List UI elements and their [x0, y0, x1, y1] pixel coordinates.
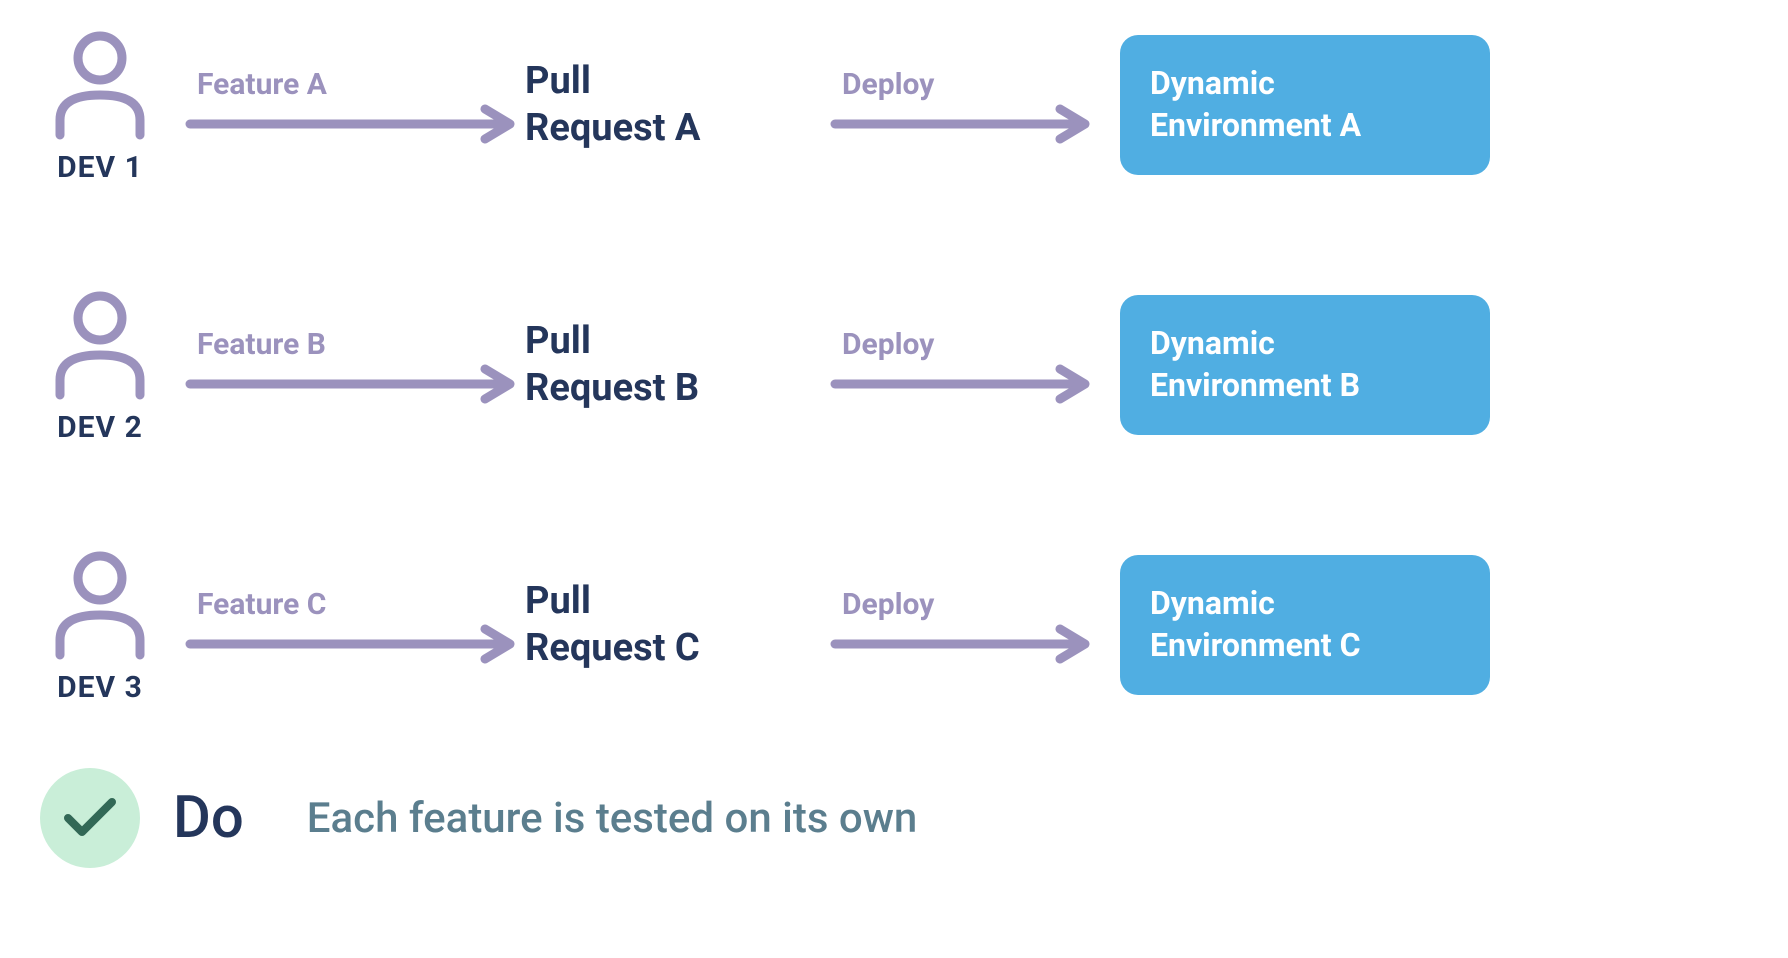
arrow-feature-a: Feature A	[170, 67, 525, 144]
user-icon	[50, 30, 150, 140]
env-c-line2: Environment C	[1150, 625, 1460, 667]
arrow-icon	[185, 104, 525, 144]
deploy-a-label: Deploy	[830, 67, 934, 102]
diagram-rows: DEV 1 Feature A Pull Request A Deploy Dy…	[30, 20, 1758, 710]
arrow-feature-b: Feature B	[170, 327, 525, 404]
deploy-b-label: Deploy	[830, 327, 934, 362]
pr-b-line1: Pull	[525, 318, 810, 366]
pr-c-line1: Pull	[525, 578, 810, 626]
env-b-line2: Environment B	[1150, 365, 1460, 407]
env-c-box: Dynamic Environment C	[1120, 555, 1490, 694]
arrow-deploy-b: Deploy	[810, 327, 1100, 404]
dev-1: DEV 1	[30, 25, 170, 185]
feature-a-label: Feature A	[185, 67, 327, 102]
env-a-line1: Dynamic	[1150, 63, 1460, 105]
dev-2: DEV 2	[30, 285, 170, 445]
env-b: Dynamic Environment B	[1120, 295, 1490, 434]
env-c: Dynamic Environment C	[1120, 555, 1490, 694]
feature-b-label: Feature B	[185, 327, 326, 362]
env-a-box: Dynamic Environment A	[1120, 35, 1490, 174]
env-a: Dynamic Environment A	[1120, 35, 1490, 174]
feature-c-label: Feature C	[185, 587, 326, 622]
pull-request-c: Pull Request C	[525, 578, 810, 673]
arrow-icon	[185, 364, 525, 404]
deploy-c-label: Deploy	[830, 587, 934, 622]
pull-request-a: Pull Request A	[525, 58, 810, 153]
pr-a-line1: Pull	[525, 58, 810, 106]
arrow-icon	[830, 624, 1100, 664]
row-1: DEV 1 Feature A Pull Request A Deploy Dy…	[30, 20, 1758, 190]
user-icon	[50, 550, 150, 660]
env-b-line1: Dynamic	[1150, 323, 1460, 365]
check-icon	[63, 796, 117, 840]
arrow-icon	[185, 624, 525, 664]
arrow-feature-c: Feature C	[170, 587, 525, 664]
dev-1-label: DEV 1	[57, 150, 143, 185]
row-2: DEV 2 Feature B Pull Request B Deploy Dy…	[30, 280, 1758, 450]
arrow-deploy-c: Deploy	[810, 587, 1100, 664]
footer: Do Each feature is tested on its own	[30, 768, 1758, 868]
arrow-deploy-a: Deploy	[810, 67, 1100, 144]
pr-b-line2: Request B	[525, 365, 810, 413]
footer-caption: Each feature is tested on its own	[307, 794, 918, 843]
user-icon	[50, 290, 150, 400]
pull-request-b: Pull Request B	[525, 318, 810, 413]
pr-c-line2: Request C	[525, 625, 810, 673]
row-3: DEV 3 Feature C Pull Request C Deploy Dy…	[30, 540, 1758, 710]
pr-a-line2: Request A	[525, 105, 810, 153]
dev-3-label: DEV 3	[57, 670, 143, 705]
env-c-line1: Dynamic	[1150, 583, 1460, 625]
env-a-line2: Environment A	[1150, 105, 1460, 147]
dev-2-label: DEV 2	[57, 410, 143, 445]
env-b-box: Dynamic Environment B	[1120, 295, 1490, 434]
arrow-icon	[830, 104, 1100, 144]
arrow-icon	[830, 364, 1100, 404]
dev-3: DEV 3	[30, 545, 170, 705]
check-circle	[40, 768, 140, 868]
do-label: Do	[173, 784, 244, 852]
